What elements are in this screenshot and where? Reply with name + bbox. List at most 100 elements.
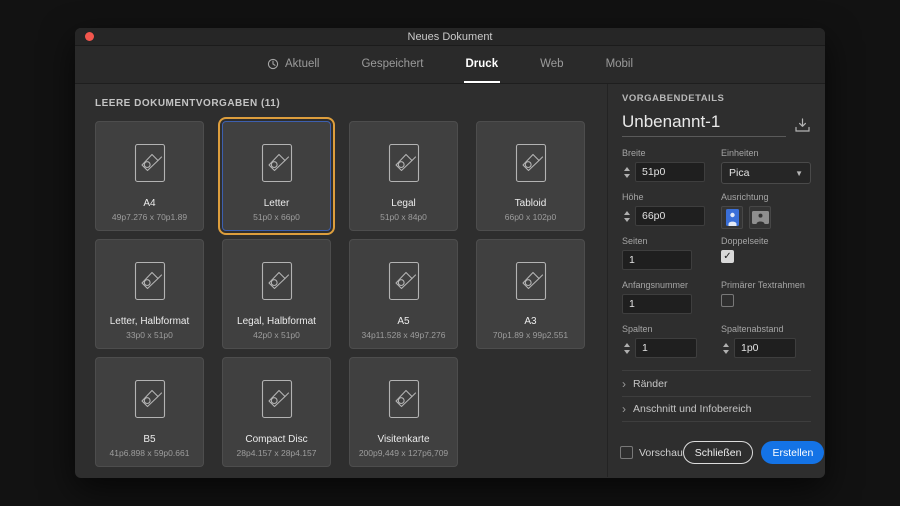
columns-input[interactable] [635,338,697,358]
tab-label: Aktuell [284,57,320,70]
bleed-slug-section-label: Anschnitt und Infobereich [633,403,752,415]
save-preset-icon[interactable] [794,118,811,137]
stepper-down-icon[interactable] [623,173,630,178]
title-bar: Neues Dokument [75,28,825,46]
preset-size: 41p6.898 x 59p0.661 [109,448,190,458]
units-value: Pica [729,167,750,179]
preset-name: A3 [524,316,537,327]
primary-text-frame-cell: Primärer Textrahmen [721,280,811,317]
document-icon [386,122,422,198]
document-icon [513,240,549,316]
column-gutter-cell: Spaltenabstand [721,324,811,361]
preset-card-tabloid[interactable]: Tabloid 66p0 x 102p0 [476,121,585,231]
orientation-cell: Ausrichtung [721,192,811,229]
start-number-label: Anfangsnummer [622,280,689,290]
preset-card-a5[interactable]: A5 34p11.528 x 49p7.276 [349,239,458,349]
tab-label: Web [540,57,564,70]
preset-size: 34p11.528 x 49p7.276 [361,330,446,340]
margins-section-toggle[interactable]: › Ränder [622,370,811,396]
document-icon [132,122,168,198]
document-name-input[interactable]: Unbenannt-1 [622,112,786,137]
facing-pages-cell: Doppelseite [721,236,811,273]
preset-size: 66p0 x 102p0 [504,212,557,222]
units-label: Einheiten [721,148,759,158]
stepper-down-icon[interactable] [623,217,630,222]
create-button[interactable]: Erstellen [761,441,825,464]
width-label: Breite [622,148,646,158]
height-stepper[interactable] [622,210,631,222]
landscape-icon [751,211,769,224]
pages-cell: Seiten [622,236,711,273]
preset-name: Letter, Halbformat [109,316,190,327]
preset-name: A5 [397,316,410,327]
preset-size: 49p7.276 x 70p1.89 [111,212,188,222]
stepper-down-icon[interactable] [623,349,630,354]
window-title: Neues Dokument [407,30,493,43]
primary-text-frame-label: Primärer Textrahmen [721,280,805,290]
width-input[interactable] [635,162,705,182]
preset-grid: A4 49p7.276 x 70p1.89 Letter 51p0 x 66p0… [95,117,607,467]
height-input[interactable] [635,206,705,226]
orientation-landscape-button[interactable] [749,206,771,229]
preset-size: 200p9,449 x 127p6,709 [358,448,449,458]
portrait-icon [725,209,739,226]
orientation-portrait-button[interactable] [721,206,743,229]
preset-card-a4[interactable]: A4 49p7.276 x 70p1.89 [95,121,204,231]
preset-card-letter[interactable]: Letter 51p0 x 66p0 [218,117,335,235]
tab-druck[interactable]: Druck [463,46,501,83]
close-dialog-button[interactable]: Schließen [682,441,754,464]
preset-size: 33p0 x 51p0 [126,330,173,340]
preset-card-legal-halbformat[interactable]: Legal, Halbformat 42p0 x 51p0 [222,239,331,349]
bleed-slug-section-toggle[interactable]: › Anschnitt und Infobereich [622,396,811,422]
tab-mobil[interactable]: Mobil [604,46,635,83]
chevron-right-icon: › [622,376,626,391]
preset-details-panel: VORGABENDETAILS Unbenannt-1 Breite 51p0 … [607,84,825,477]
preset-card-a3[interactable]: A3 70p1.89 x 99p2.551 [476,239,585,349]
document-icon [386,358,422,434]
start-number-cell: Anfangsnummer [622,280,711,317]
width-stepper[interactable] [622,166,631,178]
preview-checkbox[interactable] [620,446,633,459]
new-document-dialog: Neues Dokument Aktuell Gespeichert Druck… [75,28,825,478]
primary-text-frame-checkbox[interactable] [721,294,734,307]
preset-size: 51p0 x 84p0 [380,212,427,222]
preset-card-legal[interactable]: Legal 51p0 x 84p0 [349,121,458,231]
preset-size: 28p4.157 x 28p4.157 [236,448,317,458]
start-number-input[interactable] [622,294,692,314]
presets-area: LEERE DOKUMENTVORGABEN (11) A4 49p7.276 … [75,84,607,477]
pages-label: Seiten [622,236,648,246]
columns-stepper[interactable] [622,342,631,354]
preset-card-letter-halbformat[interactable]: Letter, Halbformat 33p0 x 51p0 [95,239,204,349]
preset-name: Tabloid [514,198,547,209]
column-gutter-label: Spaltenabstand [721,324,784,334]
tab-label: Mobil [605,57,634,70]
preset-name: Visitenkarte [377,434,430,445]
preset-name: A4 [143,198,156,209]
preset-name: B5 [143,434,156,445]
units-cell: Einheiten Pica ▼ [721,148,811,185]
units-select[interactable]: Pica ▼ [721,162,811,184]
presets-header: LEERE DOKUMENTVORGABEN (11) [95,98,281,109]
document-icon [386,240,422,316]
stepper-down-icon[interactable] [722,349,729,354]
tab-aktuell[interactable]: Aktuell [265,46,322,83]
stepper-up-icon[interactable] [623,166,630,171]
facing-pages-checkbox[interactable] [721,250,734,263]
preset-card-b5[interactable]: B5 41p6.898 x 59p0.661 [95,357,204,467]
preset-size: 51p0 x 66p0 [253,212,300,222]
preset-card-compact-disc[interactable]: Compact Disc 28p4.157 x 28p4.157 [222,357,331,467]
stepper-up-icon[interactable] [623,210,630,215]
column-gutter-stepper[interactable] [721,342,730,354]
column-gutter-input[interactable] [734,338,796,358]
tab-web[interactable]: Web [538,46,565,83]
stepper-up-icon[interactable] [722,342,729,347]
chevron-right-icon: › [622,402,626,416]
preview-label: Vorschau [639,446,683,459]
stepper-up-icon[interactable] [623,342,630,347]
tab-gespeichert[interactable]: Gespeichert [359,46,425,83]
orientation-label: Ausrichtung [721,192,769,202]
pages-input[interactable] [622,250,692,270]
preset-card-visitenkarte[interactable]: Visitenkarte 200p9,449 x 127p6,709 [349,357,458,467]
document-icon [132,240,168,316]
preset-size: 70p1.89 x 99p2.551 [492,330,569,340]
